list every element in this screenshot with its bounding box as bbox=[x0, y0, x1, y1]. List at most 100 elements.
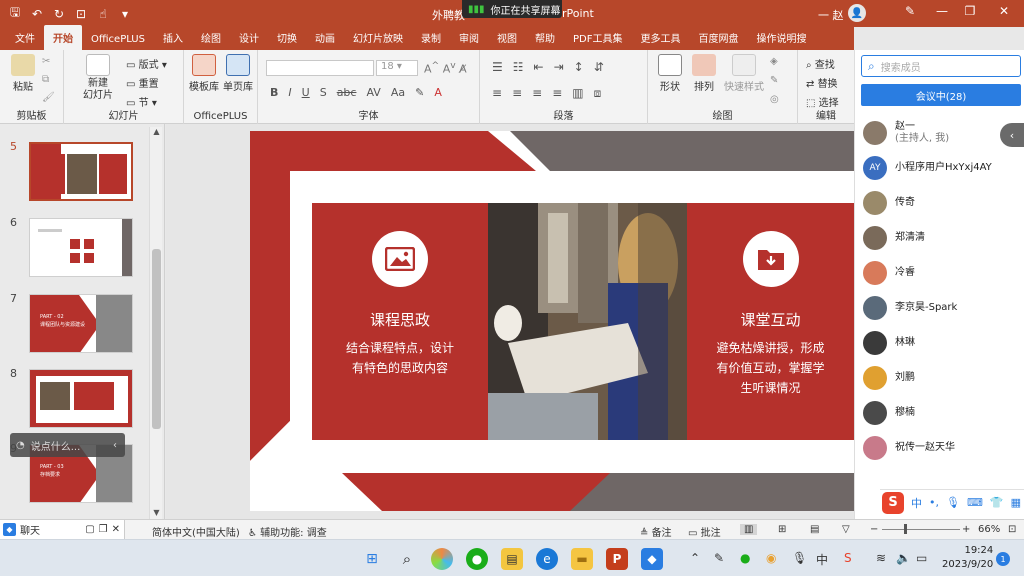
zoom-in-icon[interactable]: + bbox=[962, 524, 970, 535]
zoom-level[interactable]: 66% bbox=[978, 524, 1000, 535]
tab-1[interactable]: 开始 bbox=[44, 25, 82, 50]
replace-button[interactable]: ⇄ 替换 bbox=[806, 75, 838, 90]
tab-4[interactable]: 绘图 bbox=[192, 30, 230, 50]
find-button[interactable]: ⌕ 查找 bbox=[806, 56, 835, 71]
font-name-box[interactable] bbox=[266, 60, 374, 76]
line-spacing-icon[interactable]: ↕ bbox=[574, 60, 584, 74]
underline-button[interactable]: U bbox=[302, 86, 310, 99]
tab-2[interactable]: OfficePLUS bbox=[82, 34, 154, 50]
chat-window-tab[interactable]: ◆ 聊天 ▢❐✕ bbox=[0, 520, 125, 539]
chat-input-bubble[interactable]: ◔ 说点什么... ‹ bbox=[10, 433, 125, 457]
notes-app-icon[interactable]: ▤ bbox=[501, 548, 523, 570]
bullets-icon[interactable]: ☰ bbox=[492, 60, 503, 74]
member-item[interactable]: 冷睿 bbox=[863, 258, 1021, 288]
bold-button[interactable]: B bbox=[270, 86, 278, 99]
slide-thumbnail[interactable]: PART - 02 课程团队与资源建设 bbox=[29, 294, 133, 353]
shadow-button[interactable]: S bbox=[320, 86, 327, 99]
touch-icon[interactable]: ☝ bbox=[96, 7, 110, 21]
slide-thumbnail[interactable] bbox=[29, 369, 133, 428]
numbering-icon[interactable]: ☷ bbox=[513, 60, 524, 74]
minimize-icon[interactable]: — bbox=[934, 4, 950, 18]
clock[interactable]: 19:24 2023/9/20 bbox=[942, 544, 993, 572]
slide-thumbnail[interactable] bbox=[29, 142, 133, 201]
align-left-icon[interactable]: ≡ bbox=[492, 86, 502, 101]
font-color-button[interactable]: A bbox=[434, 86, 442, 99]
member-item[interactable]: AY 小程序用户HxYxj4AY bbox=[863, 153, 1021, 183]
close-chat-icon[interactable]: ✕ bbox=[112, 524, 124, 535]
current-slide[interactable]: 课程思政 结合课程特点，设计 有特色的思政内容 课堂互动 避免枯燥讲授，形成 有… bbox=[250, 131, 854, 511]
effects-icon[interactable]: ◎ bbox=[770, 94, 779, 105]
copy-icon[interactable]: ⧉ bbox=[42, 74, 49, 85]
show-hidden-icons[interactable]: ⌃ bbox=[690, 551, 700, 565]
meeting-count-button[interactable]: 会议中(28) bbox=[861, 84, 1021, 106]
toolbox-icon[interactable]: ▦ bbox=[1011, 496, 1021, 509]
pen-icon[interactable]: ✎ bbox=[902, 4, 918, 18]
punctuation-icon[interactable]: •, bbox=[929, 496, 939, 509]
clear-format-icon[interactable]: A̸ bbox=[459, 63, 467, 76]
keyboard-icon[interactable]: ⌨ bbox=[967, 496, 983, 509]
restore-chat-icon[interactable]: ❐ bbox=[99, 524, 112, 535]
tab-12[interactable]: 帮助 bbox=[526, 30, 564, 50]
tab-7[interactable]: 动画 bbox=[306, 30, 344, 50]
microphone-tray-icon[interactable]: 🎙 bbox=[792, 551, 807, 565]
sogou-tray-icon[interactable]: S bbox=[844, 551, 852, 565]
tab-10[interactable]: 审阅 bbox=[450, 30, 488, 50]
tab-14[interactable]: 更多工具 bbox=[631, 30, 689, 50]
scroll-up-icon[interactable]: ▲ bbox=[150, 127, 163, 138]
thumbnail-scrollbar[interactable]: ▲ ▼ bbox=[149, 127, 162, 519]
reading-view-icon[interactable]: ▤ bbox=[810, 524, 819, 535]
member-item[interactable]: 祝传一赵天华 bbox=[863, 433, 1021, 463]
member-search-input[interactable]: ⌕ 搜索成员 bbox=[861, 55, 1021, 77]
decrease-indent-icon[interactable]: ⇤ bbox=[534, 60, 544, 74]
quick-style-button[interactable]: 快速样式 bbox=[722, 54, 766, 93]
tab-3[interactable]: 插入 bbox=[154, 30, 192, 50]
scrollbar-thumb[interactable] bbox=[152, 249, 161, 429]
slideshow-icon[interactable]: ▽ bbox=[842, 524, 850, 535]
new-slide-button[interactable]: 新建 幻灯片 bbox=[80, 54, 116, 102]
powerpoint-icon[interactable]: P bbox=[606, 548, 628, 570]
windows-start-icon[interactable]: ⊞ bbox=[361, 548, 383, 570]
paste-button[interactable]: 粘贴 bbox=[8, 54, 38, 93]
char-spacing-button[interactable]: AV bbox=[366, 86, 380, 99]
edge-icon[interactable]: e bbox=[536, 548, 558, 570]
search-icon[interactable]: ⌕ bbox=[396, 548, 418, 570]
microphone-icon[interactable]: 🎙 bbox=[946, 496, 960, 509]
comments-button[interactable]: ▭ 批注 bbox=[688, 524, 721, 539]
chevron-left-icon[interactable]: ‹ bbox=[113, 440, 117, 451]
sync-tray-icon[interactable]: ◉ bbox=[766, 551, 776, 565]
undo-icon[interactable]: ↶ bbox=[30, 7, 44, 21]
volume-icon[interactable]: 🔈 bbox=[896, 551, 911, 565]
scroll-down-icon[interactable]: ▼ bbox=[150, 508, 163, 519]
member-item[interactable]: 刘鹏 bbox=[863, 363, 1021, 393]
normal-view-icon[interactable]: ▥ bbox=[740, 524, 758, 535]
format-painter-icon[interactable]: 🖌 bbox=[42, 92, 55, 103]
tab-11[interactable]: 视图 bbox=[488, 30, 526, 50]
member-item[interactable]: 传奇 bbox=[863, 188, 1021, 218]
columns-icon[interactable]: ▥ bbox=[572, 86, 583, 101]
minimize-chat-icon[interactable]: ▢ bbox=[85, 524, 98, 535]
redo-icon[interactable]: ↻ bbox=[52, 7, 66, 21]
notes-button[interactable]: ≜ 备注 bbox=[640, 524, 672, 539]
tab-13[interactable]: PDF工具集 bbox=[564, 30, 631, 50]
avatar[interactable]: 👤 bbox=[848, 4, 866, 22]
tab-6[interactable]: 切换 bbox=[268, 30, 306, 50]
single-page-library-button[interactable]: 单页库 bbox=[222, 54, 254, 93]
wifi-icon[interactable]: ≋ bbox=[876, 551, 886, 565]
font-size-box[interactable]: 18 ▾ bbox=[376, 60, 418, 76]
ime-language[interactable]: 中 bbox=[911, 495, 922, 511]
slide-sorter-icon[interactable]: ⊞ bbox=[778, 524, 786, 535]
change-case-button[interactable]: Aa bbox=[391, 86, 405, 99]
pen-tray-icon[interactable]: ✎ bbox=[714, 551, 724, 565]
member-item[interactable]: 林琳 bbox=[863, 328, 1021, 358]
slide-thumbnail[interactable] bbox=[29, 218, 133, 277]
battery-icon[interactable]: ▭ bbox=[916, 551, 927, 565]
member-item[interactable]: 赵一 (主持人, 我) bbox=[863, 118, 1021, 148]
fill-icon[interactable]: ◈ bbox=[770, 56, 778, 67]
template-library-button[interactable]: 模板库 bbox=[188, 54, 220, 93]
wechat-icon[interactable]: ● bbox=[466, 548, 488, 570]
tab-15[interactable]: 百度网盘 bbox=[689, 30, 747, 50]
restore-icon[interactable]: ❐ bbox=[962, 4, 978, 18]
skin-icon[interactable]: 👕 bbox=[990, 496, 1004, 509]
reset-button[interactable]: ▭ 重置 bbox=[126, 75, 159, 90]
justify-icon[interactable]: ≡ bbox=[552, 86, 562, 101]
